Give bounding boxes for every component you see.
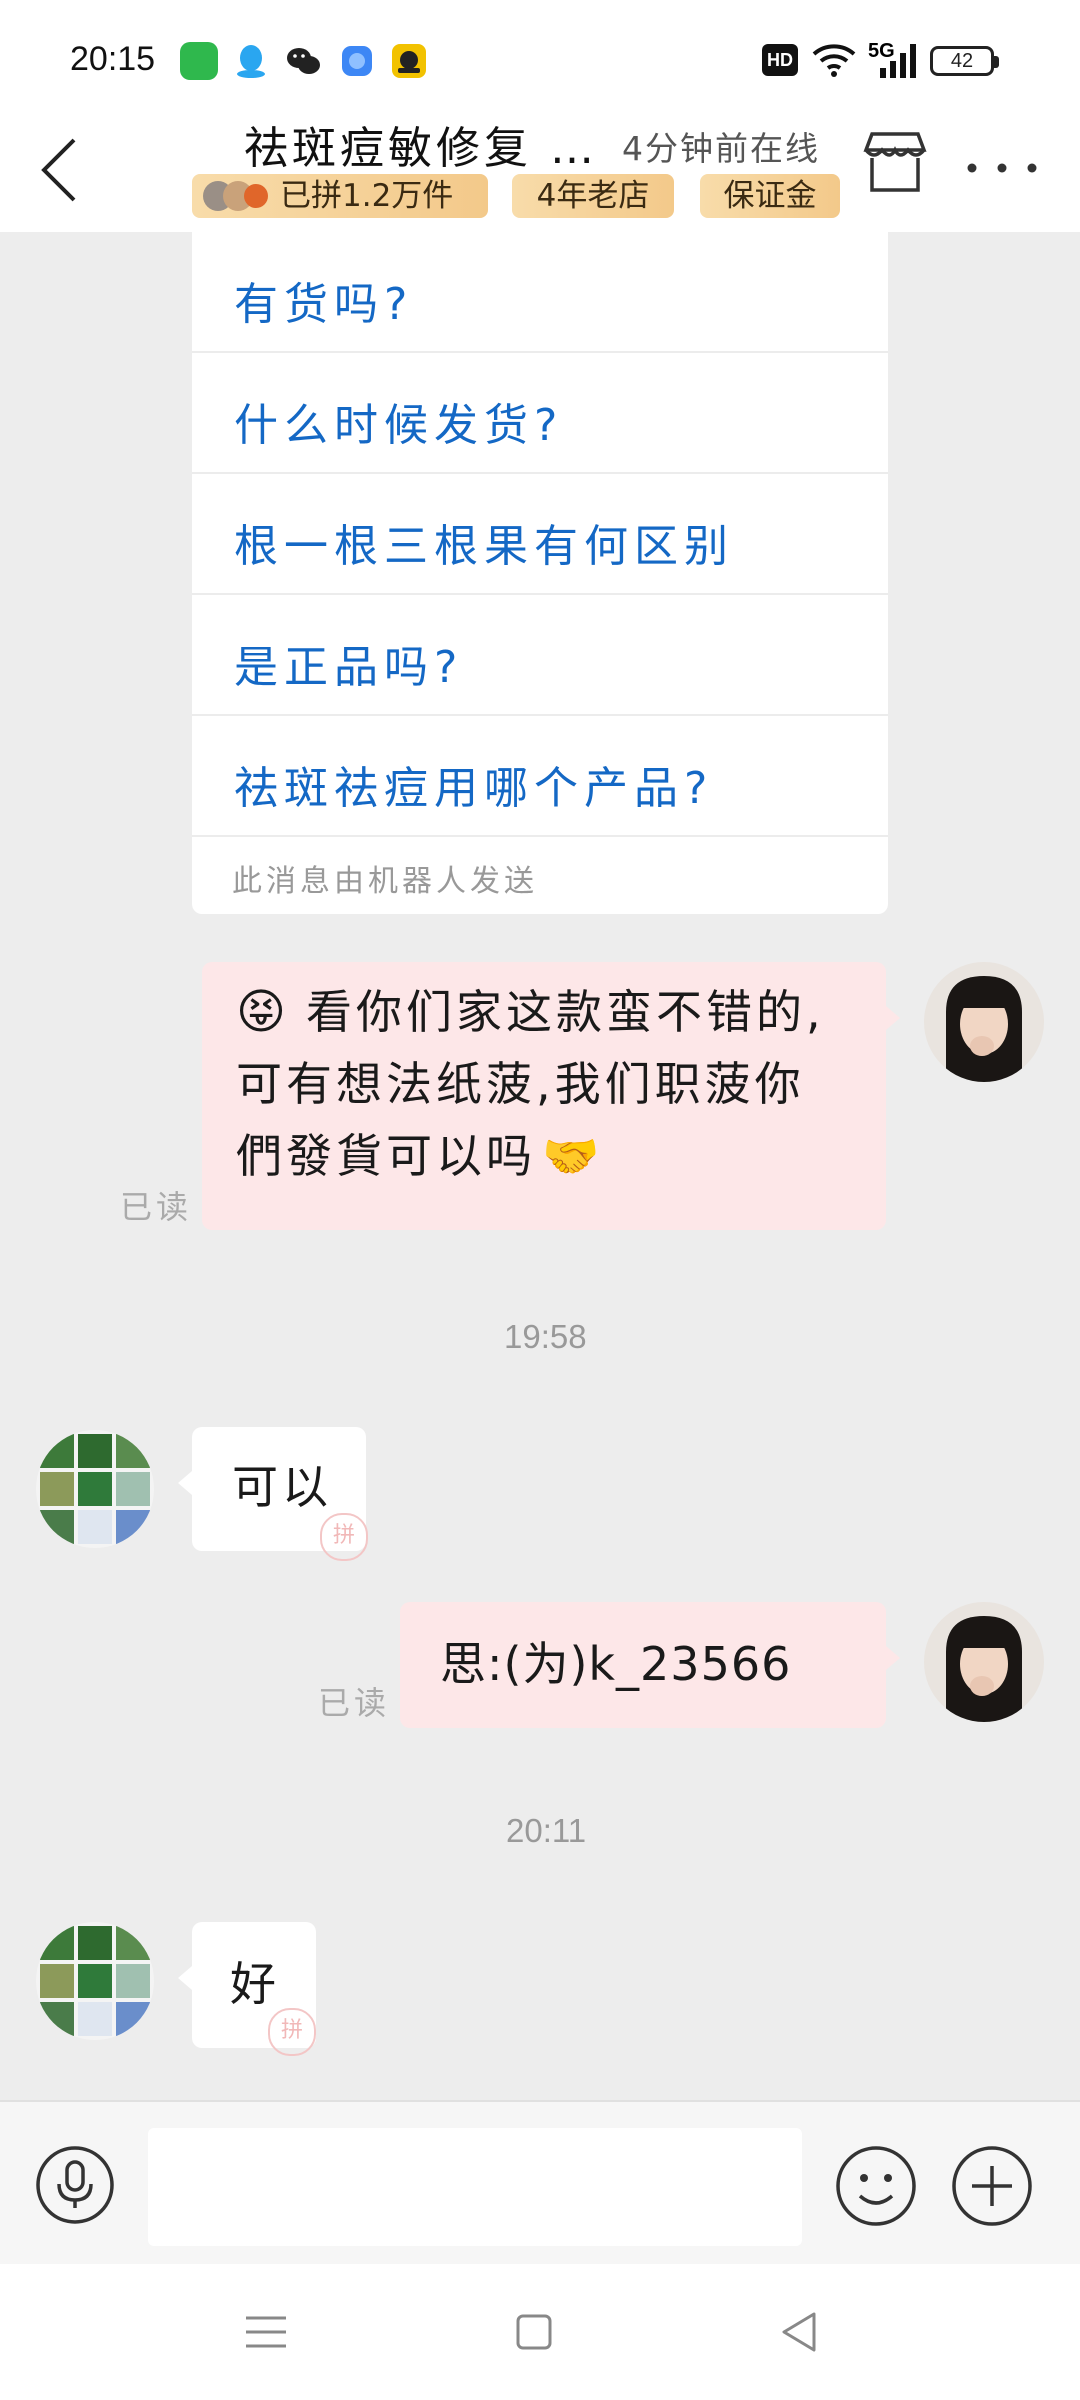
message-text: 可以	[232, 1460, 332, 1514]
status-bar: 20:15 HD 5G 42	[0, 0, 1080, 120]
chat-screen: 20:15 HD 5G 42 祛斑痘敏修复 … 4分钟前在线 已拼1.2万件 4…	[0, 0, 1080, 2400]
pin-stamp-icon: 拼	[268, 2008, 316, 2056]
faq-item[interactable]: 什么时候发货?	[192, 353, 888, 474]
message-text-line: 們發貨可以吗	[236, 1129, 536, 1183]
emoji-handshake: 🤝	[542, 1129, 600, 1183]
hd-badge: HD	[762, 44, 798, 76]
signal-icon	[880, 44, 916, 78]
faq-link[interactable]: 什么时候发货?	[234, 389, 563, 453]
pin-stamp-icon: 拼	[320, 1513, 368, 1561]
chat-header: 祛斑痘敏修复 … 4分钟前在线 已拼1.2万件 4年老店 保证金	[0, 110, 1080, 232]
emoji-squint-tongue: 😝	[236, 984, 287, 1040]
faq-item[interactable]: 有货吗?	[192, 232, 888, 353]
faq-item[interactable]: 祛斑祛痘用哪个产品?	[192, 716, 888, 837]
status-time: 20:15	[70, 40, 156, 78]
timestamp: 20:11	[506, 1812, 587, 1849]
sales-badge[interactable]: 已拼1.2万件	[192, 174, 488, 218]
wifi-icon	[812, 44, 856, 77]
my-message-bubble[interactable]: 思:(为)k_23566	[400, 1602, 900, 1728]
shop-name[interactable]: 祛斑痘敏修复 …	[244, 112, 598, 176]
shop-message-bubble[interactable]: 好 拼	[178, 1922, 316, 2056]
my-message-bubble[interactable]: 😝 看你们家这款蛮不错的, 可有想法纸菠,我们职菠你 們發貨可以吗 🤝	[202, 962, 900, 1230]
message-input[interactable]	[148, 2128, 802, 2246]
more-options-icon[interactable]	[962, 158, 1042, 178]
read-receipt: 已读	[120, 1188, 193, 1226]
emoji-icon[interactable]	[834, 2144, 918, 2228]
my-avatar[interactable]	[924, 1602, 1044, 1722]
faq-link[interactable]: 有货吗?	[234, 268, 413, 332]
buyer-avatars-icon	[203, 181, 268, 211]
faq-link[interactable]: 是正品吗?	[234, 631, 463, 695]
faq-item[interactable]: 是正品吗?	[192, 595, 888, 716]
sales-badge-label: 已拼1.2万件	[280, 178, 454, 214]
shop-message-bubble[interactable]: 可以 拼	[178, 1427, 368, 1561]
qq-icon	[237, 45, 265, 78]
message-text-line: 看你们家这款蛮不错的,	[306, 985, 825, 1039]
back-nav-icon[interactable]	[772, 2304, 828, 2360]
years-badge[interactable]: 4年老店	[512, 174, 674, 218]
message-text: 好	[230, 1957, 280, 2011]
battery-indicator: 42	[930, 46, 999, 76]
faq-link[interactable]: 祛斑祛痘用哪个产品?	[234, 752, 713, 816]
faq-item[interactable]: 根一根三根果有何区别	[192, 474, 888, 595]
browser-icon	[342, 46, 372, 76]
chat-messages[interactable]: 有货吗? 什么时候发货? 根一根三根果有何区别 是正品吗? 祛斑祛痘用哪个产品?…	[0, 232, 1080, 2100]
game-app-icon	[392, 44, 426, 78]
user-photo-icon	[924, 962, 1044, 1082]
app-store-notification-icon	[180, 42, 218, 80]
shop-avatar[interactable]	[36, 1922, 154, 2040]
my-avatar[interactable]	[924, 962, 1044, 1082]
message-text-line: 可有想法纸菠,我们职菠你	[236, 1057, 805, 1111]
shop-avatar[interactable]	[36, 1430, 154, 1548]
product-grid-icon	[36, 1922, 154, 2040]
bot-note: 此消息由机器人发送	[232, 864, 538, 899]
store-icon[interactable]	[860, 128, 930, 198]
deposit-badge[interactable]: 保证金	[700, 174, 840, 218]
online-status: 4分钟前在线	[622, 129, 820, 168]
input-bar	[0, 2100, 1080, 2264]
home-icon[interactable]	[506, 2304, 562, 2360]
product-grid-icon	[36, 1430, 154, 1548]
message-text: 思:(为)k_23566	[440, 1637, 792, 1691]
wechat-icon	[287, 48, 320, 74]
faq-link[interactable]: 根一根三根果有何区别	[234, 510, 734, 574]
read-receipt: 已读	[318, 1684, 391, 1722]
voice-input-icon[interactable]	[34, 2144, 116, 2226]
bot-faq-card: 有货吗? 什么时候发货? 根一根三根果有何区别 是正品吗? 祛斑祛痘用哪个产品?…	[192, 232, 888, 914]
user-photo-icon	[924, 1602, 1044, 1722]
back-arrow-icon[interactable]	[30, 130, 90, 210]
menu-icon[interactable]	[238, 2304, 294, 2360]
timestamp: 19:58	[504, 1318, 587, 1355]
system-nav-bar	[0, 2264, 1080, 2400]
plus-icon[interactable]	[950, 2144, 1034, 2228]
